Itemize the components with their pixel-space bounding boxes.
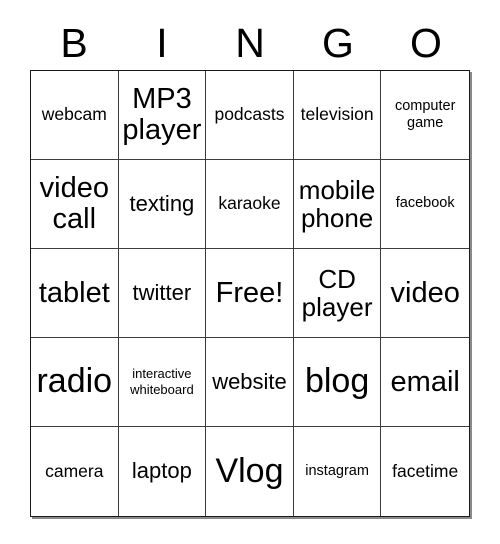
bingo-cell-label: email	[390, 365, 460, 398]
bingo-cell[interactable]: webcam	[31, 71, 119, 160]
bingo-cell[interactable]: video call	[31, 160, 119, 249]
header-letter-i: I	[156, 19, 168, 66]
header-letter-b: B	[60, 19, 88, 66]
bingo-cell[interactable]: texting	[118, 160, 207, 249]
bingo-cell[interactable]: CD player	[293, 249, 382, 338]
bingo-cell-label: texting	[129, 190, 195, 216]
bingo-cell[interactable]: website	[206, 338, 294, 427]
bingo-cell[interactable]: video	[381, 249, 469, 338]
bingo-cell[interactable]: laptop	[118, 427, 207, 516]
bingo-cell[interactable]: facebook	[381, 160, 469, 249]
header-letter-n: N	[235, 19, 265, 66]
bingo-cell-label: facetime	[392, 460, 459, 481]
bingo-cell[interactable]: computer game	[381, 71, 469, 160]
bingo-cell-label: video	[390, 276, 460, 309]
header-letter-o: O	[410, 19, 442, 66]
bingo-card: B I N G O webcam MP3 player podcasts tel…	[0, 0, 500, 544]
bingo-cell-label: video call	[39, 172, 109, 235]
bingo-cell-label: webcam	[41, 104, 107, 125]
bingo-cell[interactable]: tablet	[31, 249, 119, 338]
bingo-cell-label: tablet	[38, 276, 110, 309]
bingo-cell-label: Free!	[215, 276, 284, 309]
bingo-cell[interactable]: radio	[31, 338, 119, 427]
bingo-cell[interactable]: facetime	[381, 427, 469, 516]
bingo-cell[interactable]: MP3 player	[118, 71, 207, 160]
bingo-cell[interactable]: mobile phone	[293, 160, 382, 249]
bingo-cell-label: television	[300, 104, 374, 125]
bingo-cell-label: instagram	[305, 462, 369, 479]
bingo-cell-label: radio	[36, 362, 113, 401]
bingo-cell-label: MP3 player	[122, 83, 202, 146]
bingo-cell-label: blog	[304, 362, 370, 401]
bingo-cell-label: karaoke	[218, 193, 281, 214]
bingo-cell[interactable]: Vlog	[206, 427, 294, 516]
bingo-cell[interactable]: blog	[293, 338, 382, 427]
bingo-cell[interactable]: karaoke	[206, 160, 294, 249]
bingo-cell-label: website	[212, 368, 287, 394]
bingo-cell-label: computer game	[394, 97, 456, 131]
bingo-cell[interactable]: email	[381, 338, 469, 427]
bingo-cell-label: interactive whiteboard	[130, 366, 194, 397]
bingo-cell-label: twitter	[132, 279, 192, 305]
bingo-cell[interactable]: interactive whiteboard	[118, 338, 207, 427]
bingo-cell-label: CD player	[301, 263, 373, 322]
bingo-cell-label: camera	[45, 460, 104, 481]
bingo-cell-label: laptop	[131, 458, 192, 484]
bingo-cell-free[interactable]: Free!	[206, 249, 294, 338]
bingo-cell-label: facebook	[395, 195, 455, 212]
bingo-header: B I N G O	[30, 18, 470, 68]
bingo-cell[interactable]: instagram	[293, 427, 382, 516]
bingo-grid: webcam MP3 player podcasts television co…	[30, 70, 470, 517]
bingo-cell[interactable]: twitter	[118, 249, 207, 338]
header-letter-g: G	[322, 19, 354, 66]
bingo-cell[interactable]: television	[293, 71, 382, 160]
bingo-cell-label: Vlog	[215, 451, 284, 490]
bingo-cell[interactable]: camera	[31, 427, 119, 516]
bingo-cell-label: podcasts	[214, 104, 285, 125]
bingo-cell-label: mobile phone	[298, 174, 376, 233]
bingo-cell[interactable]: podcasts	[206, 71, 294, 160]
